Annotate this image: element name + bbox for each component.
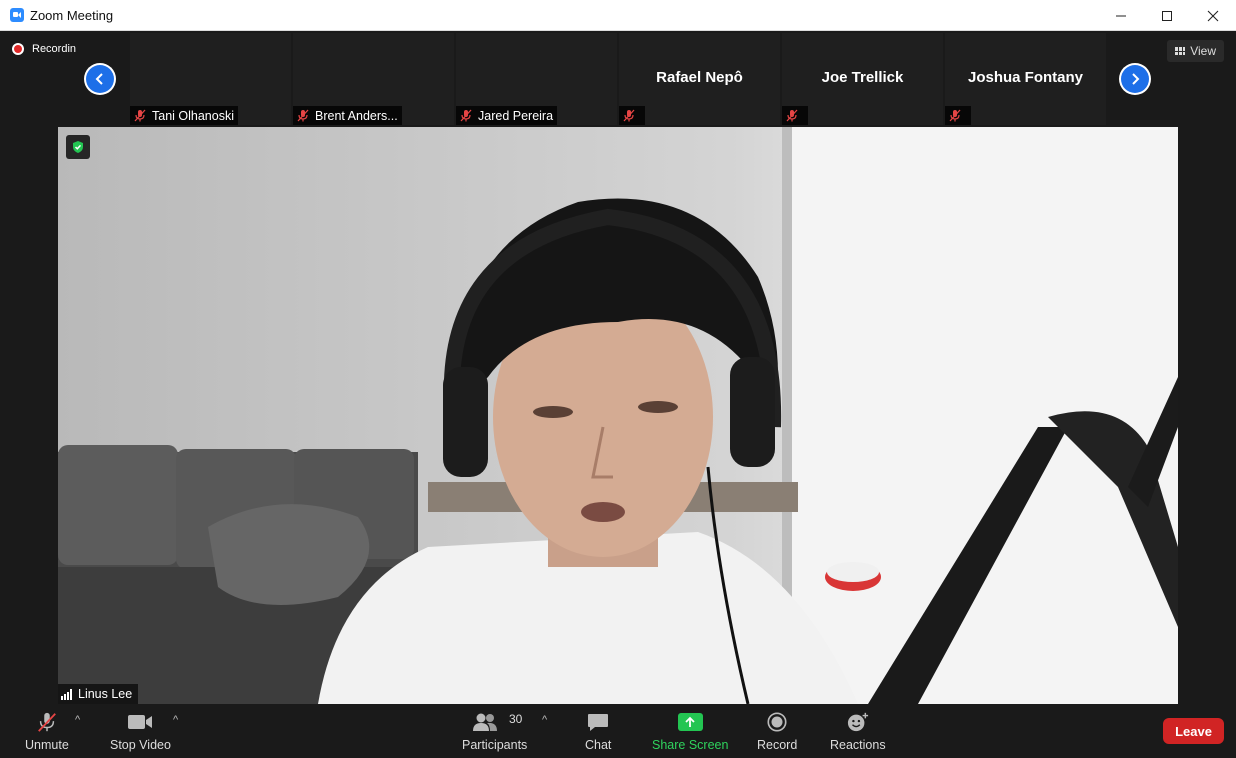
zoom-window: Zoom Meeting Recordin Tani Olhanoski Bre…: [0, 0, 1236, 758]
participant-tile[interactable]: Tani Olhanoski: [130, 33, 291, 125]
participant-tile[interactable]: Joshua Fontany: [945, 33, 1106, 125]
maximize-button[interactable]: [1144, 0, 1190, 31]
muted-mic-icon: [297, 109, 309, 122]
record-dot-icon: [12, 43, 24, 55]
chat-label: Chat: [585, 738, 612, 752]
participant-name-large: Rafael Nepô: [656, 69, 743, 86]
participant-tile[interactable]: Rafael Nepô: [619, 33, 780, 125]
grid-view-icon: [1175, 47, 1186, 55]
participant-label: [945, 106, 971, 125]
share-screen-icon: [677, 713, 703, 731]
next-page-button[interactable]: [1119, 63, 1151, 95]
record-icon: [767, 712, 787, 732]
share-screen-button[interactable]: Share Screen: [652, 710, 728, 752]
view-button[interactable]: View: [1167, 40, 1224, 62]
muted-mic-icon: [460, 109, 472, 122]
chevron-left-icon: [95, 73, 103, 85]
participant-tile[interactable]: Jared Pereira: [456, 33, 617, 125]
participant-tile[interactable]: Joe Trellick: [782, 33, 943, 125]
reactions-label: Reactions: [830, 738, 886, 752]
meeting-toolbar: Unmute ^ Stop Video ^ Participants 30 ^ …: [0, 704, 1236, 758]
recording-label: Recordin: [32, 43, 77, 55]
minimize-button[interactable]: [1098, 0, 1144, 31]
participant-name-large: Joshua Fontany: [967, 69, 1083, 86]
speaker-video-frame: [58, 127, 1178, 704]
participant-tile[interactable]: Brent Anders...: [293, 33, 454, 125]
participant-strip: Recordin Tani Olhanoski Brent Anders...: [0, 31, 1236, 127]
participants-options-caret[interactable]: ^: [542, 714, 547, 726]
participant-label: Jared Pereira: [456, 106, 558, 125]
participant-label: [782, 106, 808, 125]
audio-options-caret[interactable]: ^: [75, 714, 80, 726]
share-screen-label: Share Screen: [652, 738, 729, 752]
active-speaker-video[interactable]: Linus Lee: [58, 127, 1178, 704]
muted-mic-icon: [949, 109, 961, 122]
speaker-name: Linus Lee: [78, 687, 133, 701]
minimize-icon: [1116, 15, 1126, 16]
chat-button[interactable]: Chat: [585, 710, 611, 752]
leave-button[interactable]: Leave: [1163, 718, 1224, 744]
stop-video-label: Stop Video: [110, 738, 171, 752]
participants-count: 30: [509, 712, 523, 726]
close-icon: [1207, 10, 1219, 21]
participant-name: Jared Pereira: [478, 108, 554, 123]
participant-name: Brent Anders...: [315, 108, 398, 123]
smiley-plus-icon: [847, 712, 868, 732]
window-title: Zoom Meeting: [30, 7, 114, 23]
muted-microphone-icon: [37, 712, 56, 732]
stop-video-button[interactable]: Stop Video: [110, 710, 171, 752]
record-label: Record: [757, 738, 798, 752]
shield-check-icon: [73, 141, 83, 153]
maximize-icon: [1162, 10, 1172, 21]
window-controls: [1098, 0, 1236, 31]
muted-mic-icon: [623, 109, 635, 122]
unmute-button[interactable]: Unmute: [25, 710, 69, 752]
video-camera-icon: [128, 715, 153, 729]
close-button[interactable]: [1190, 0, 1236, 31]
participant-label: Tani Olhanoski: [130, 106, 238, 125]
chat-bubble-icon: [588, 714, 609, 731]
reactions-button[interactable]: Reactions: [830, 710, 886, 752]
participants-icon: [472, 713, 497, 731]
encryption-badge[interactable]: [66, 135, 90, 159]
signal-strength-icon: [61, 688, 73, 700]
participant-name-large: Joe Trellick: [821, 69, 904, 86]
video-options-caret[interactable]: ^: [173, 714, 178, 726]
chevron-right-icon: [1132, 73, 1140, 85]
participant-label: Brent Anders...: [293, 106, 402, 125]
muted-mic-icon: [134, 109, 146, 122]
view-label: View: [1190, 44, 1216, 58]
participant-label: [619, 106, 645, 125]
zoom-app-icon: [10, 8, 24, 22]
recording-indicator[interactable]: Recordin: [12, 43, 76, 55]
participants-label: Participants: [462, 738, 528, 752]
previous-page-button[interactable]: [84, 63, 116, 95]
title-bar: Zoom Meeting: [0, 0, 1236, 31]
muted-mic-icon: [786, 109, 798, 122]
record-button[interactable]: Record: [757, 710, 797, 752]
unmute-label: Unmute: [25, 738, 69, 752]
speaker-name-label: Linus Lee: [58, 684, 139, 704]
participant-name: Tani Olhanoski: [152, 108, 234, 123]
